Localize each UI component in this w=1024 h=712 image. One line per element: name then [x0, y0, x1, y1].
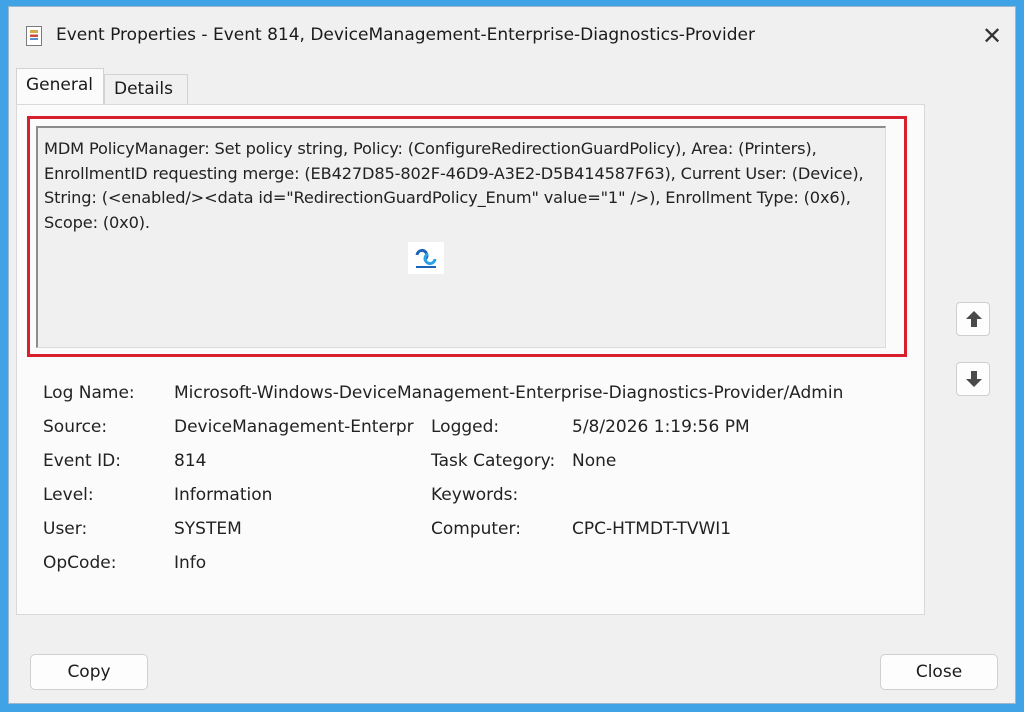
arrow-down-icon — [966, 371, 982, 387]
event-id-label: Event ID: — [43, 451, 121, 471]
next-event-button[interactable] — [956, 362, 990, 396]
user-label: User: — [43, 519, 88, 539]
tab-details[interactable]: Details — [104, 74, 188, 104]
level-label: Level: — [43, 485, 94, 505]
window-title: Event Properties - Event 814, DeviceMana… — [56, 25, 755, 45]
event-viewer-icon — [26, 26, 42, 46]
event-description[interactable]: MDM PolicyManager: Set policy string, Po… — [36, 126, 886, 348]
opcode-label: OpCode: — [43, 553, 117, 573]
event-id-value: 814 — [174, 451, 207, 471]
logo-icon — [408, 242, 444, 274]
logged-value: 5/8/2026 1:19:56 PM — [572, 417, 750, 437]
computer-value: CPC-HTMDT-TVWI1 — [572, 519, 732, 539]
source-value: DeviceManagement-Enterpr — [174, 417, 414, 437]
task-category-label: Task Category: — [431, 451, 556, 471]
computer-label: Computer: — [431, 519, 521, 539]
close-button[interactable]: Close — [880, 654, 998, 690]
keywords-label: Keywords: — [431, 485, 519, 505]
tab-general[interactable]: General — [16, 68, 104, 104]
previous-event-button[interactable] — [956, 302, 990, 336]
arrow-up-icon — [966, 311, 982, 327]
level-value: Information — [174, 485, 273, 505]
log-name-value: Microsoft-Windows-DeviceManagement-Enter… — [174, 383, 844, 403]
title-bar: Event Properties - Event 814, DeviceMana… — [8, 6, 1016, 58]
logged-label: Logged: — [431, 417, 500, 437]
close-icon[interactable]: ✕ — [978, 22, 1006, 50]
user-value: SYSTEM — [174, 519, 242, 539]
task-category-value: None — [572, 451, 617, 471]
source-label: Source: — [43, 417, 108, 437]
opcode-value: Info — [174, 553, 207, 573]
copy-button[interactable]: Copy — [30, 654, 148, 690]
log-name-label: Log Name: — [43, 383, 135, 403]
